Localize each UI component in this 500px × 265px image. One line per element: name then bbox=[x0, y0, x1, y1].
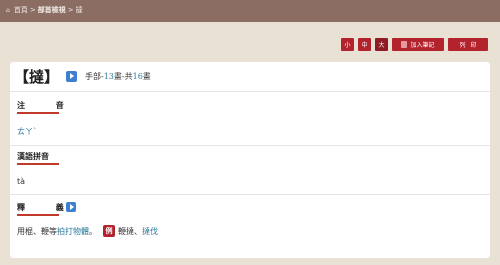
example-badge: 例 bbox=[103, 225, 115, 237]
pinyin-value: tà bbox=[17, 177, 26, 186]
divider bbox=[10, 91, 490, 92]
entry-card: 【撻】 手部-13畫-共16畫 注 音 ㄊㄚˋ 漢語拼音 tà 釋 義 用棍、鞭… bbox=[10, 62, 490, 258]
example-1: 鞭撻 bbox=[118, 226, 134, 236]
divider bbox=[10, 194, 490, 195]
total-strokes[interactable]: 16 bbox=[133, 72, 143, 81]
section-underline bbox=[17, 214, 59, 216]
radical-prefix: 手部- bbox=[85, 71, 104, 81]
section-underline bbox=[17, 163, 59, 165]
add-note-label: 加入筆記 bbox=[410, 42, 435, 49]
top-bar: ⌂ 首頁 > 部首檢視 > 撻 bbox=[0, 0, 500, 22]
stroke-text: 畫-共 bbox=[113, 71, 133, 81]
example-2[interactable]: 撻伐 bbox=[142, 226, 158, 237]
note-icon bbox=[401, 41, 408, 48]
breadcrumb-home[interactable]: 首頁 bbox=[14, 5, 28, 15]
definition-end: 。 bbox=[89, 226, 97, 236]
radical-strokes[interactable]: 13 bbox=[104, 72, 114, 81]
stroke-suffix: 畫 bbox=[142, 71, 151, 81]
breadcrumb-section[interactable]: 部首檢視 bbox=[38, 5, 66, 15]
section-underline bbox=[17, 112, 59, 114]
definition-link[interactable]: 拍打物體 bbox=[57, 226, 89, 237]
font-size-medium-button[interactable]: 中 bbox=[358, 38, 371, 51]
example-separator: 、 bbox=[134, 226, 142, 236]
definition: 用棍、鞭等 拍打物體 。 例 鞭撻 、 撻伐 bbox=[17, 225, 158, 237]
home-icon[interactable]: ⌂ bbox=[6, 7, 10, 14]
add-note-button[interactable]: 加入筆記 bbox=[392, 38, 444, 51]
pinyin-title: 漢語拼音 bbox=[17, 152, 49, 161]
headword: 【撻】 bbox=[14, 67, 60, 86]
play-audio-icon[interactable] bbox=[66, 70, 78, 82]
zhuyin-value: ㄊㄚˋ bbox=[17, 127, 37, 136]
toolbar: 小 中 大 加入筆記 列印 bbox=[341, 38, 488, 51]
breadcrumb: ⌂ 首頁 > 部首檢視 > 撻 bbox=[6, 5, 83, 15]
font-size-large-button[interactable]: 大 bbox=[375, 38, 388, 51]
zhuyin-title: 注 音 bbox=[17, 101, 78, 110]
breadcrumb-current: 撻 bbox=[75, 6, 83, 14]
print-button[interactable]: 列印 bbox=[448, 38, 488, 51]
breadcrumb-separator: > bbox=[29, 6, 36, 14]
breadcrumb-separator: > bbox=[67, 6, 74, 14]
entry-header: 【撻】 手部-13畫-共16畫 bbox=[14, 67, 151, 86]
font-size-small-button[interactable]: 小 bbox=[341, 38, 354, 51]
radical-info: 手部-13畫-共16畫 bbox=[85, 71, 151, 82]
divider bbox=[10, 145, 490, 146]
play-audio-icon[interactable] bbox=[66, 202, 76, 212]
definition-text: 用棍、鞭等 bbox=[17, 226, 57, 236]
